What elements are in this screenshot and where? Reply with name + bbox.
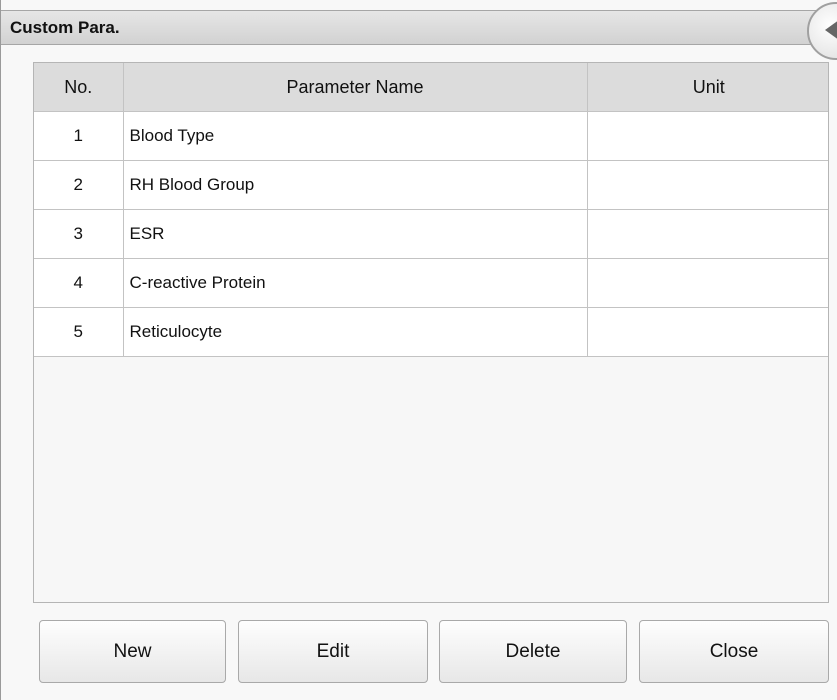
dialog-title: Custom Para. (10, 18, 120, 37)
delete-button[interactable]: Delete (439, 620, 627, 683)
parameter-name: Blood Type (123, 111, 588, 161)
parameter-unit (587, 307, 828, 357)
parameter-unit (587, 209, 828, 259)
table-row[interactable]: 4 C-reactive Protein (34, 258, 828, 308)
parameter-name: RH Blood Group (123, 160, 588, 210)
table-row[interactable]: 3 ESR (34, 209, 828, 259)
new-button[interactable]: New (39, 620, 226, 683)
row-number: 1 (34, 111, 124, 161)
parameter-table: No. Parameter Name Unit 1 Blood Type 2 R… (33, 62, 829, 603)
table-header-row: No. Parameter Name Unit (34, 63, 828, 112)
row-number: 4 (34, 258, 124, 308)
parameter-unit (587, 258, 828, 308)
edit-button[interactable]: Edit (238, 620, 428, 683)
row-number: 2 (34, 160, 124, 210)
parameter-name: C-reactive Protein (123, 258, 588, 308)
column-header-parameter-name[interactable]: Parameter Name (123, 63, 588, 112)
parameter-name: ESR (123, 209, 588, 259)
chevron-icon (825, 21, 837, 39)
parameter-unit (587, 160, 828, 210)
table-row[interactable]: 1 Blood Type (34, 111, 828, 161)
row-number: 5 (34, 307, 124, 357)
column-header-unit[interactable]: Unit (587, 63, 828, 112)
parameter-unit (587, 111, 828, 161)
custom-para-dialog: Custom Para. No. Parameter Name Unit 1 B… (0, 0, 837, 700)
column-header-no[interactable]: No. (34, 63, 124, 112)
close-button[interactable]: Close (639, 620, 829, 683)
table-row[interactable]: 2 RH Blood Group (34, 160, 828, 210)
table-row[interactable]: 5 Reticulocyte (34, 307, 828, 357)
row-number: 3 (34, 209, 124, 259)
parameter-name: Reticulocyte (123, 307, 588, 357)
title-bar: Custom Para. (1, 10, 837, 45)
